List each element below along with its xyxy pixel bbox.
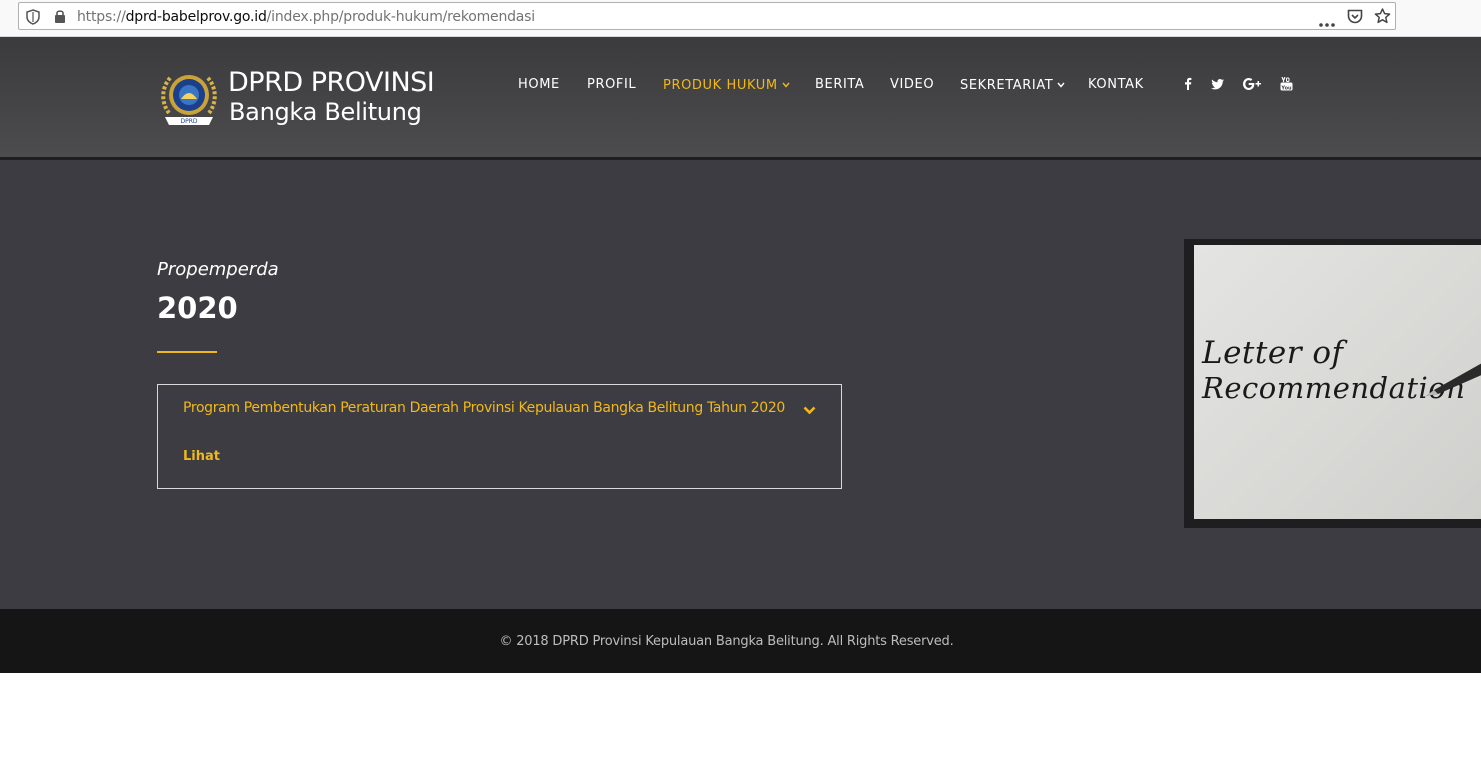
view-document-link[interactable]: Lihat — [183, 449, 220, 464]
lock-icon[interactable] — [54, 9, 66, 29]
nav-video[interactable]: VIDEO — [890, 77, 934, 92]
image-paper: Letter of Recommendation — [1194, 245, 1481, 519]
logo-subtitle[interactable]: Bangka Belitung — [229, 98, 422, 126]
facebook-icon[interactable] — [1184, 77, 1192, 95]
shield-icon[interactable] — [26, 9, 40, 30]
nav-sekretariat-label: SEKRETARIAT — [960, 78, 1054, 93]
nav-produk-hukum-label: PRODUK HUKUM — [663, 78, 778, 93]
document-title[interactable]: Program Pembentukan Peraturan Daerah Pro… — [183, 400, 785, 416]
google-plus-icon[interactable] — [1243, 77, 1261, 95]
main-content: Propemperda 2020 Program Pembentukan Per… — [0, 160, 1481, 609]
page-subtitle: Propemperda — [157, 259, 279, 280]
nav-berita[interactable]: BERITA — [815, 77, 864, 92]
chevron-down-icon[interactable] — [803, 402, 816, 420]
browser-toolbar: https://dprd-babelprov.go.id/index.php/p… — [0, 0, 1481, 37]
star-icon[interactable] — [1374, 8, 1391, 29]
logo-title[interactable]: DPRD PROVINSI — [228, 67, 435, 98]
chevron-down-icon — [782, 77, 790, 92]
youtube-icon[interactable]: You — [1280, 76, 1293, 96]
page-title: 2020 — [157, 291, 238, 325]
document-card: Program Pembentukan Peraturan Daerah Pro… — [157, 384, 842, 489]
site-footer: © 2018 DPRD Provinsi Kepulauan Bangka Be… — [0, 609, 1481, 673]
url-text[interactable]: https://dprd-babelprov.go.id/index.php/p… — [77, 9, 535, 25]
pocket-icon[interactable] — [1347, 9, 1363, 29]
copyright-text: © 2018 DPRD Provinsi Kepulauan Bangka Be… — [499, 634, 954, 649]
svg-text:DPRD: DPRD — [180, 118, 197, 125]
nav-produk-hukum[interactable]: PRODUK HUKUM — [663, 77, 790, 93]
letter-of-recommendation-image: Letter of Recommendation — [1184, 239, 1481, 528]
dprd-logo-emblem[interactable]: DPRD — [157, 65, 221, 134]
pen-icon — [1426, 363, 1481, 396]
nav-kontak[interactable]: KONTAK — [1088, 77, 1144, 92]
nav-home[interactable]: HOME — [518, 77, 560, 92]
title-underline — [157, 351, 217, 353]
chevron-down-icon — [1057, 77, 1065, 92]
nav-profil[interactable]: PROFIL — [587, 77, 636, 92]
svg-text:You: You — [1280, 85, 1292, 91]
image-text-line1: Letter of — [1202, 335, 1344, 371]
nav-sekretariat[interactable]: SEKRETARIAT — [960, 77, 1065, 93]
more-icon[interactable] — [1319, 14, 1335, 32]
twitter-icon[interactable] — [1211, 77, 1224, 95]
address-bar[interactable]: https://dprd-babelprov.go.id/index.php/p… — [18, 2, 1396, 30]
site-header: DPRD DPRD PROVINSI Bangka Belitung HOME … — [0, 37, 1481, 160]
